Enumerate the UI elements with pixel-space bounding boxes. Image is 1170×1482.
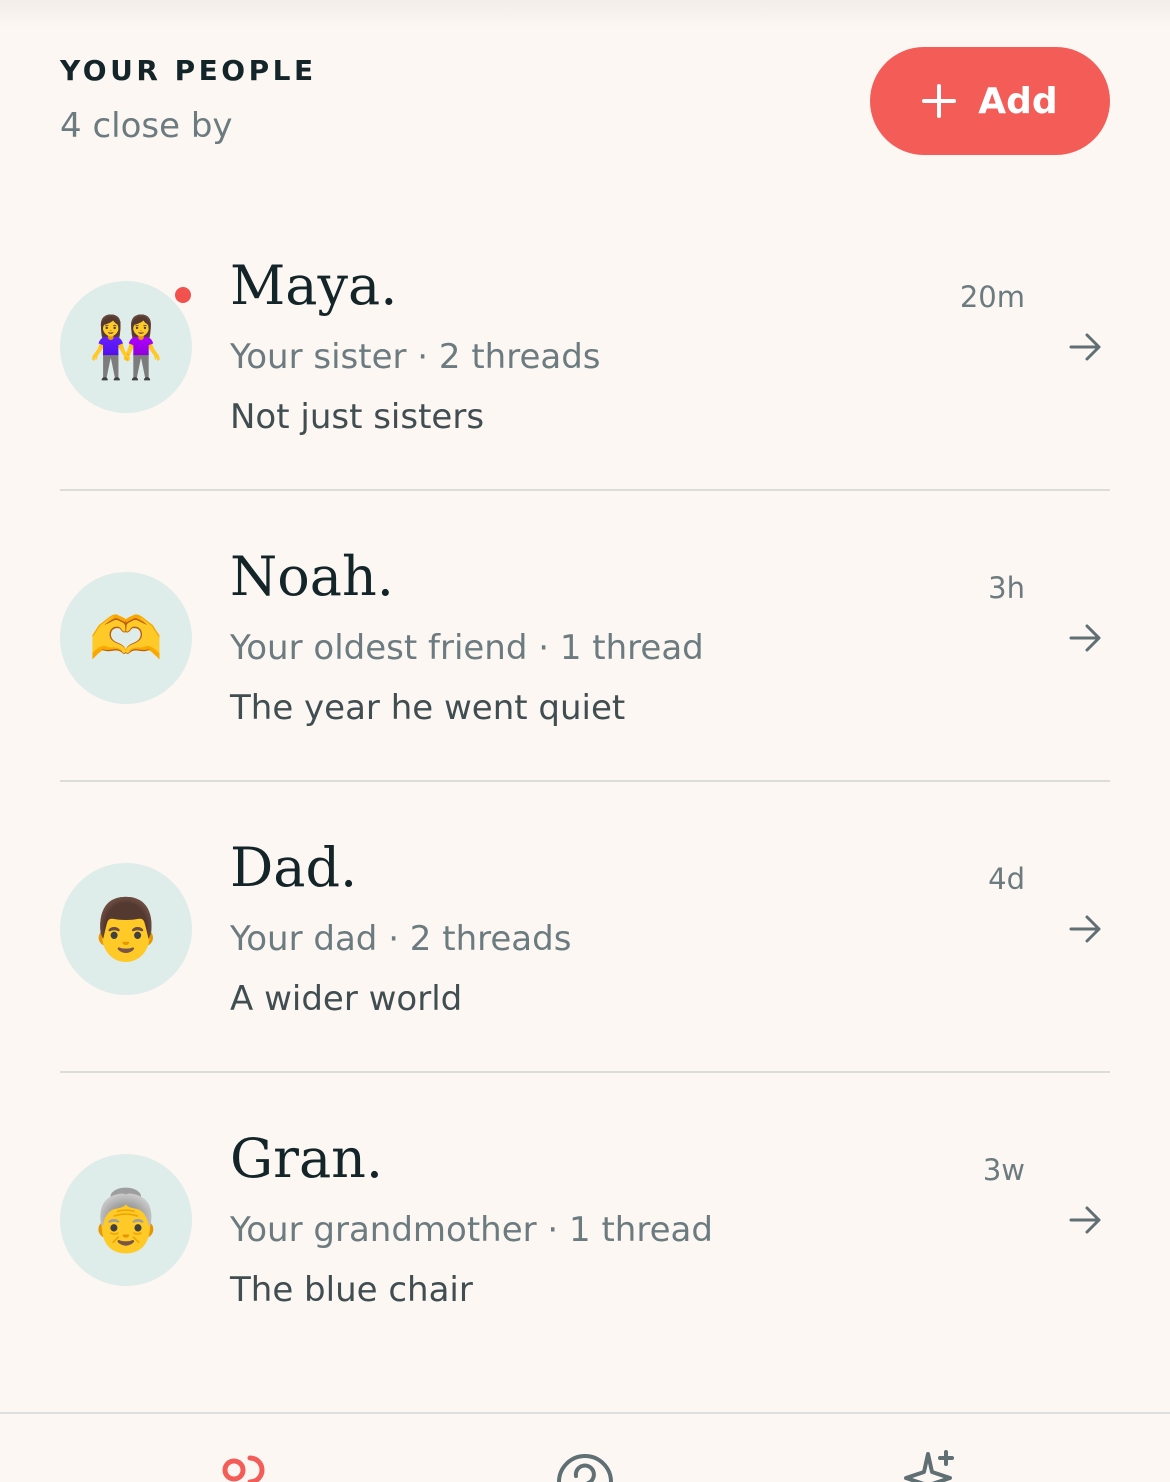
people-screen: YOUR PEOPLE 4 close by Add 👭 Maya. 20m Y… bbox=[0, 0, 1170, 1482]
arrow-right-icon[interactable] bbox=[1068, 911, 1104, 947]
sparkle-icon[interactable] bbox=[898, 1450, 958, 1482]
last-activity-time: 20m bbox=[959, 280, 1025, 314]
person-name: Noah. bbox=[230, 545, 394, 608]
person-row-gran[interactable]: 👵 Gran. 3w Your grandmother · 1 thread T… bbox=[60, 1073, 1110, 1364]
bottom-navigation bbox=[0, 1412, 1170, 1482]
people-count: 4 close by bbox=[60, 106, 233, 146]
person-row-maya[interactable]: 👭 Maya. 20m Your sister · 2 threads Not … bbox=[60, 200, 1110, 491]
person-name: Dad. bbox=[230, 836, 358, 899]
question-icon[interactable] bbox=[556, 1452, 614, 1482]
person-relation: Your grandmother · 1 thread bbox=[230, 1210, 713, 1250]
add-person-button[interactable]: Add bbox=[870, 47, 1110, 155]
person-relation: Your dad · 2 threads bbox=[230, 919, 572, 959]
top-shadow bbox=[0, 0, 1170, 28]
avatar: 🫶 bbox=[60, 572, 192, 704]
avatar: 👨 bbox=[60, 863, 192, 995]
arrow-right-icon[interactable] bbox=[1068, 329, 1104, 365]
last-activity-time: 3h bbox=[988, 571, 1025, 605]
latest-thread: The year he went quiet bbox=[230, 688, 626, 728]
avatar: 👵 bbox=[60, 1154, 192, 1286]
person-relation: Your oldest friend · 1 thread bbox=[230, 628, 704, 668]
unread-indicator bbox=[172, 284, 194, 306]
people-icon[interactable] bbox=[220, 1452, 266, 1482]
last-activity-time: 3w bbox=[982, 1153, 1025, 1187]
person-name: Maya. bbox=[230, 254, 398, 317]
add-button-label: Add bbox=[978, 80, 1058, 122]
person-name: Gran. bbox=[230, 1127, 384, 1190]
latest-thread: Not just sisters bbox=[230, 397, 485, 437]
avatar: 👭 bbox=[60, 281, 192, 413]
arrow-right-icon[interactable] bbox=[1068, 620, 1104, 656]
arrow-right-icon[interactable] bbox=[1068, 1202, 1104, 1238]
last-activity-time: 4d bbox=[988, 862, 1025, 896]
person-relation: Your sister · 2 threads bbox=[230, 337, 601, 377]
section-eyebrow: YOUR PEOPLE bbox=[60, 54, 317, 87]
plus-icon bbox=[922, 84, 957, 118]
person-row-noah[interactable]: 🫶 Noah. 3h Your oldest friend · 1 thread… bbox=[60, 491, 1110, 782]
latest-thread: A wider world bbox=[230, 979, 463, 1019]
people-list: 👭 Maya. 20m Your sister · 2 threads Not … bbox=[60, 200, 1110, 1364]
latest-thread: The blue chair bbox=[230, 1270, 473, 1310]
person-row-dad[interactable]: 👨 Dad. 4d Your dad · 2 threads A wider w… bbox=[60, 782, 1110, 1073]
